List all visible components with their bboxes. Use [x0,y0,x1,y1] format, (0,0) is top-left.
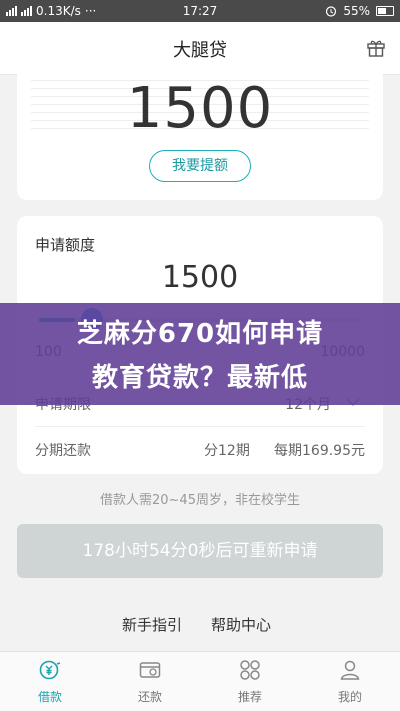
credit-limit-card: 1500 我要提额 [17,74,383,200]
tab-label: 我的 [337,690,362,704]
nav-bar: 大腿贷 [0,22,400,75]
overlay-banner: 芝麻分670如何申请 教育贷款？最新低 [0,303,400,405]
tab-label: 借款 [37,690,62,704]
tab-label: 推荐 [237,690,262,704]
app-screen: 0.13K/s ··· 17:27 55% 大腿贷 1500 我要提额 申请额度… [0,0,400,711]
status-right: 55% [325,4,394,18]
tab-loan[interactable]: 借款 [0,652,100,711]
battery-icon [376,6,394,16]
help-center-link[interactable]: 帮助中心 [211,614,271,635]
alarm-icon [326,6,337,17]
loan-icon [39,660,61,680]
tab-recommend[interactable]: 推荐 [200,652,300,711]
tab-profile[interactable]: 我的 [300,652,400,711]
tab-repay[interactable]: 还款 [100,652,200,711]
status-bar: 0.13K/s ··· 17:27 55% [0,0,400,22]
battery-percent: 55% [343,4,370,18]
repayment-periods: 分12期 [204,443,250,459]
divider [35,426,365,427]
bottom-tab-bar: 借款 还款 推荐 我的 [0,651,400,711]
eligibility-note: 借款人需20~45周岁，非在校学生 [100,493,300,508]
page-title: 大腿贷 [173,40,227,61]
overlay-title-line1: 芝麻分670如何申请 [76,319,324,349]
apply-amount-label: 申请额度 [35,236,96,254]
apply-amount-value: 1500 [161,260,239,295]
profile-icon [340,660,360,680]
recommend-icon [240,660,260,680]
repayment-label: 分期还款 [35,443,91,459]
overlay-title-line2: 教育贷款？最新低 [91,363,308,393]
gift-icon[interactable] [366,38,386,58]
reapply-countdown-button[interactable]: 178小时54分0秒后可重新申请 [17,524,383,578]
raise-limit-button[interactable]: 我要提额 [149,150,251,182]
repayment-monthly: 每期169.95元 [274,443,365,459]
beginner-guide-link[interactable]: 新手指引 [122,614,182,635]
credit-limit-amount: 1500 [126,76,274,141]
repay-icon [139,662,161,678]
tab-label: 还款 [137,690,162,704]
